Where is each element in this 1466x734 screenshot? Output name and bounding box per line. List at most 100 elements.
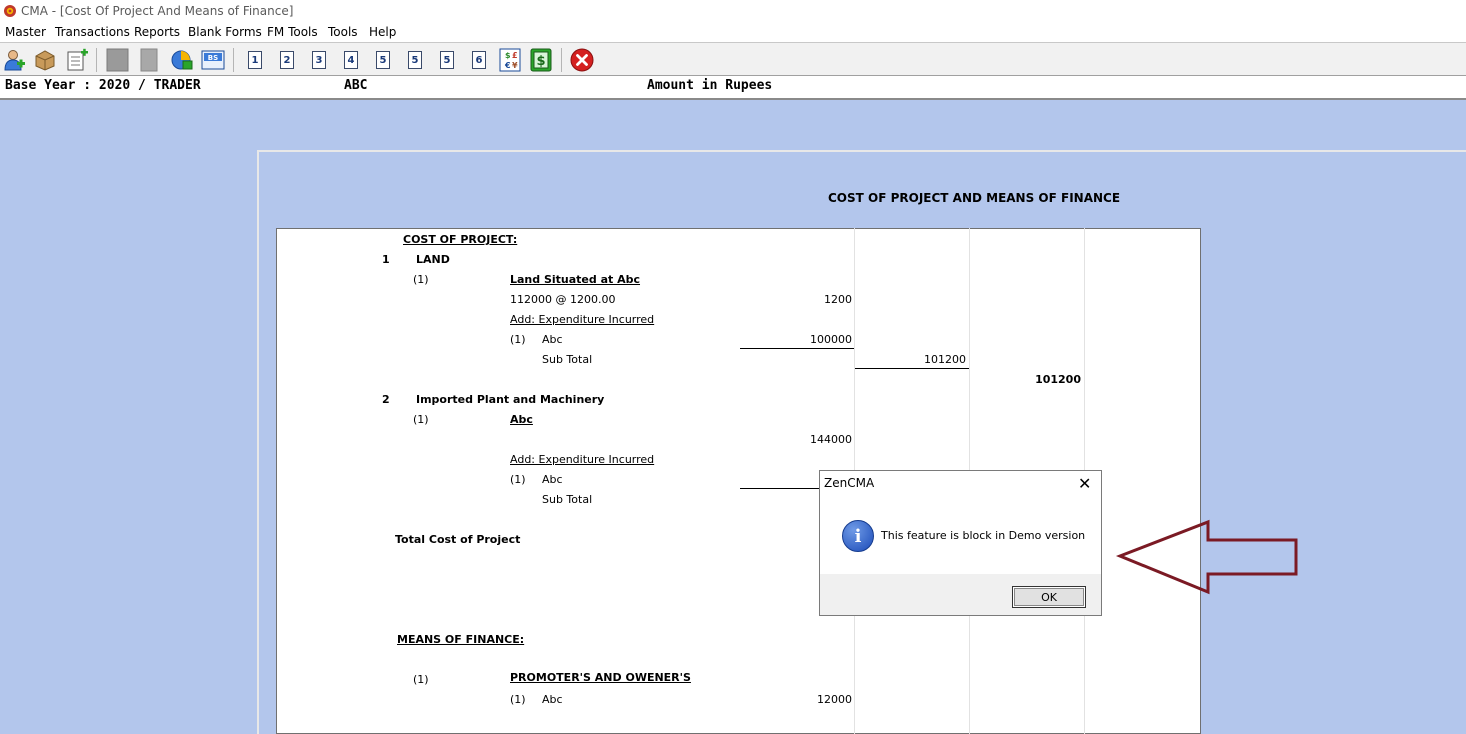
rate-value: 1200 — [824, 293, 852, 306]
gray-page-icon — [140, 48, 158, 72]
gray-block-button[interactable] — [105, 48, 129, 72]
page-2-button[interactable]: 2 — [275, 48, 299, 72]
info-bar: Base Year : 2020 / TRADER ABC Amount in … — [0, 76, 1466, 100]
package-icon — [35, 50, 55, 71]
page-5-icon: 5 — [376, 51, 390, 69]
add-user-icon — [4, 50, 25, 71]
page-3-button[interactable]: 3 — [307, 48, 331, 72]
svg-text:¥: ¥ — [512, 61, 518, 70]
toolbar-separator — [96, 48, 97, 72]
dialog-title: ZenCMA — [824, 476, 875, 490]
item-number: 2 — [382, 393, 390, 406]
page-4-icon: 4 — [344, 51, 358, 69]
chart-globe-button[interactable] — [169, 48, 193, 72]
expenditure-number: (1) — [510, 473, 526, 486]
underline — [740, 348, 854, 349]
close-icon[interactable]: ✕ — [1078, 474, 1091, 493]
sub-item-number: (1) — [413, 273, 429, 286]
means-of-finance-heading: MEANS OF FINANCE: — [397, 633, 525, 646]
package-button[interactable] — [33, 48, 57, 72]
dollar-button[interactable]: $ — [529, 48, 553, 72]
menu-help[interactable]: Help — [369, 25, 396, 39]
title-bar: CMA - [Cost Of Project And Means of Fina… — [0, 0, 1466, 22]
currency-button[interactable]: $ £ € ¥ — [498, 48, 522, 72]
expenditure-value: 100000 — [810, 333, 852, 346]
add-user-button[interactable] — [2, 48, 26, 72]
svg-text:$: $ — [536, 54, 545, 69]
menu-reports[interactable]: Reports — [134, 25, 180, 39]
exit-button[interactable] — [570, 48, 594, 72]
page-5b-icon: 5 — [408, 51, 422, 69]
chart-globe-icon — [171, 50, 193, 70]
sub-item-name: Abc — [510, 413, 533, 426]
app-logo-icon — [4, 5, 16, 17]
item-total: 101200 — [1035, 373, 1081, 386]
menu-tools[interactable]: Tools — [328, 25, 358, 39]
currency-icon: $ £ € ¥ — [499, 48, 521, 72]
underline — [855, 368, 969, 369]
svg-text:$: $ — [505, 51, 511, 60]
new-document-button[interactable] — [65, 48, 89, 72]
cost-of-project-heading: COST OF PROJECT: — [403, 233, 518, 246]
amount-unit-label: Amount in Rupees — [647, 78, 773, 93]
message-dialog: ZenCMA ✕ i This feature is block in Demo… — [819, 470, 1102, 616]
sub-item-name: Land Situated at Abc — [510, 273, 641, 286]
exit-icon — [570, 48, 594, 72]
page-5b-button[interactable]: 5 — [403, 48, 427, 72]
ok-button[interactable]: OK — [1012, 586, 1086, 608]
svg-text:BS: BS — [208, 54, 218, 62]
svg-text:€: € — [504, 61, 511, 70]
page-6-icon: 6 — [472, 51, 486, 69]
menu-master[interactable]: Master — [5, 25, 46, 39]
item-name: LAND — [416, 253, 450, 266]
page-4-button[interactable]: 4 — [339, 48, 363, 72]
finance-number: (1) — [413, 673, 429, 686]
rate-text: 112000 @ 1200.00 — [510, 293, 616, 306]
company-label: ABC — [344, 78, 368, 93]
finance-item-value: 12000 — [817, 693, 852, 706]
window-title: CMA - [Cost Of Project And Means of Fina… — [21, 4, 294, 18]
info-icon: i — [842, 520, 874, 552]
toolbar-separator — [561, 48, 562, 72]
toolbar: BS 1 2 3 4 5 5 5 6 $ £ € ¥ $ — [0, 42, 1466, 76]
page-5c-button[interactable]: 5 — [435, 48, 459, 72]
sub-item-number: (1) — [413, 413, 429, 426]
page-1-icon: 1 — [248, 51, 262, 69]
page-3-icon: 3 — [312, 51, 326, 69]
finance-item-number: (1) — [510, 693, 526, 706]
page-5c-icon: 5 — [440, 51, 454, 69]
expenditure-name: Abc — [542, 333, 563, 346]
finance-name: PROMOTER'S AND OWENER'S — [510, 671, 691, 684]
page-1-button[interactable]: 1 — [243, 48, 267, 72]
page-2-icon: 2 — [280, 51, 294, 69]
gray-block-icon — [106, 48, 129, 72]
menu-fm-tools[interactable]: FM Tools — [267, 25, 318, 39]
balance-sheet-button[interactable]: BS — [201, 48, 225, 72]
item-name: Imported Plant and Machinery — [416, 393, 605, 406]
add-expenditure-label: Add: Expenditure Incurred — [510, 453, 655, 466]
gray-page-button[interactable] — [137, 48, 161, 72]
dialog-message: This feature is block in Demo version — [881, 529, 1086, 542]
total-cost-label: Total Cost of Project — [395, 533, 521, 546]
base-year-label: Base Year : 2020 / TRADER — [5, 78, 201, 93]
page-6-button[interactable]: 6 — [467, 48, 491, 72]
menu-transactions[interactable]: Transactions — [55, 25, 130, 39]
item-value: 144000 — [810, 433, 852, 446]
annotation-arrow-icon — [1115, 519, 1298, 595]
balance-sheet-icon: BS — [201, 50, 225, 70]
finance-item-name: Abc — [542, 693, 563, 706]
expenditure-name: Abc — [542, 473, 563, 486]
dollar-icon: $ — [530, 48, 552, 72]
subtotal-label: Sub Total — [542, 493, 593, 506]
report-heading: COST OF PROJECT AND MEANS OF FINANCE — [828, 191, 1121, 205]
toolbar-separator — [233, 48, 234, 72]
subtotal-value: 101200 — [924, 353, 966, 366]
item-number: 1 — [382, 253, 390, 266]
menu-blank-forms[interactable]: Blank Forms — [188, 25, 262, 39]
underline — [740, 488, 820, 489]
subtotal-label: Sub Total — [542, 353, 593, 366]
document-add-icon — [67, 48, 88, 71]
page-5-button[interactable]: 5 — [371, 48, 395, 72]
svg-text:£: £ — [512, 51, 518, 60]
expenditure-number: (1) — [510, 333, 526, 346]
